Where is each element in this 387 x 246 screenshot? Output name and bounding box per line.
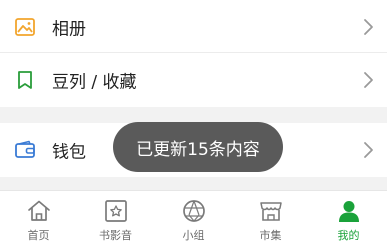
market-icon xyxy=(259,202,282,221)
chevron-right-icon xyxy=(364,19,373,35)
tab-book-film-music[interactable]: 书影音 xyxy=(77,191,154,246)
menu-item-doulist-collection[interactable]: 豆列 / 收藏 xyxy=(0,53,387,107)
menu-item-label: 钱包 xyxy=(52,142,86,163)
menu-item-label: 相册 xyxy=(52,19,86,40)
group-icon xyxy=(182,200,205,222)
chevron-right-icon xyxy=(364,72,373,88)
tab-market[interactable]: 市集 xyxy=(232,191,309,246)
tab-label: 我的 xyxy=(337,229,360,242)
book-film-music-icon xyxy=(104,200,127,222)
bookmark-icon xyxy=(18,71,32,89)
menu-item-album[interactable]: 相册 xyxy=(0,0,387,54)
photo-album-icon xyxy=(15,18,35,36)
tab-label: 小组 xyxy=(182,229,205,242)
chevron-right-icon xyxy=(364,142,373,158)
wallet-icon xyxy=(15,140,35,158)
tab-group[interactable]: 小组 xyxy=(155,191,232,246)
profile-icon xyxy=(338,201,359,222)
tab-profile[interactable]: 我的 xyxy=(310,191,387,246)
tab-label: 书影音 xyxy=(99,229,132,242)
home-icon xyxy=(27,200,50,221)
bottom-tab-bar: 首页 书影音 小组 市集 我的 xyxy=(0,190,387,246)
tab-home[interactable]: 首页 xyxy=(0,191,77,246)
tab-label: 市集 xyxy=(259,229,282,242)
tab-label: 首页 xyxy=(27,229,50,242)
update-toast: 已更新15条内容 xyxy=(113,122,283,172)
menu-item-label: 豆列 / 收藏 xyxy=(52,72,137,93)
